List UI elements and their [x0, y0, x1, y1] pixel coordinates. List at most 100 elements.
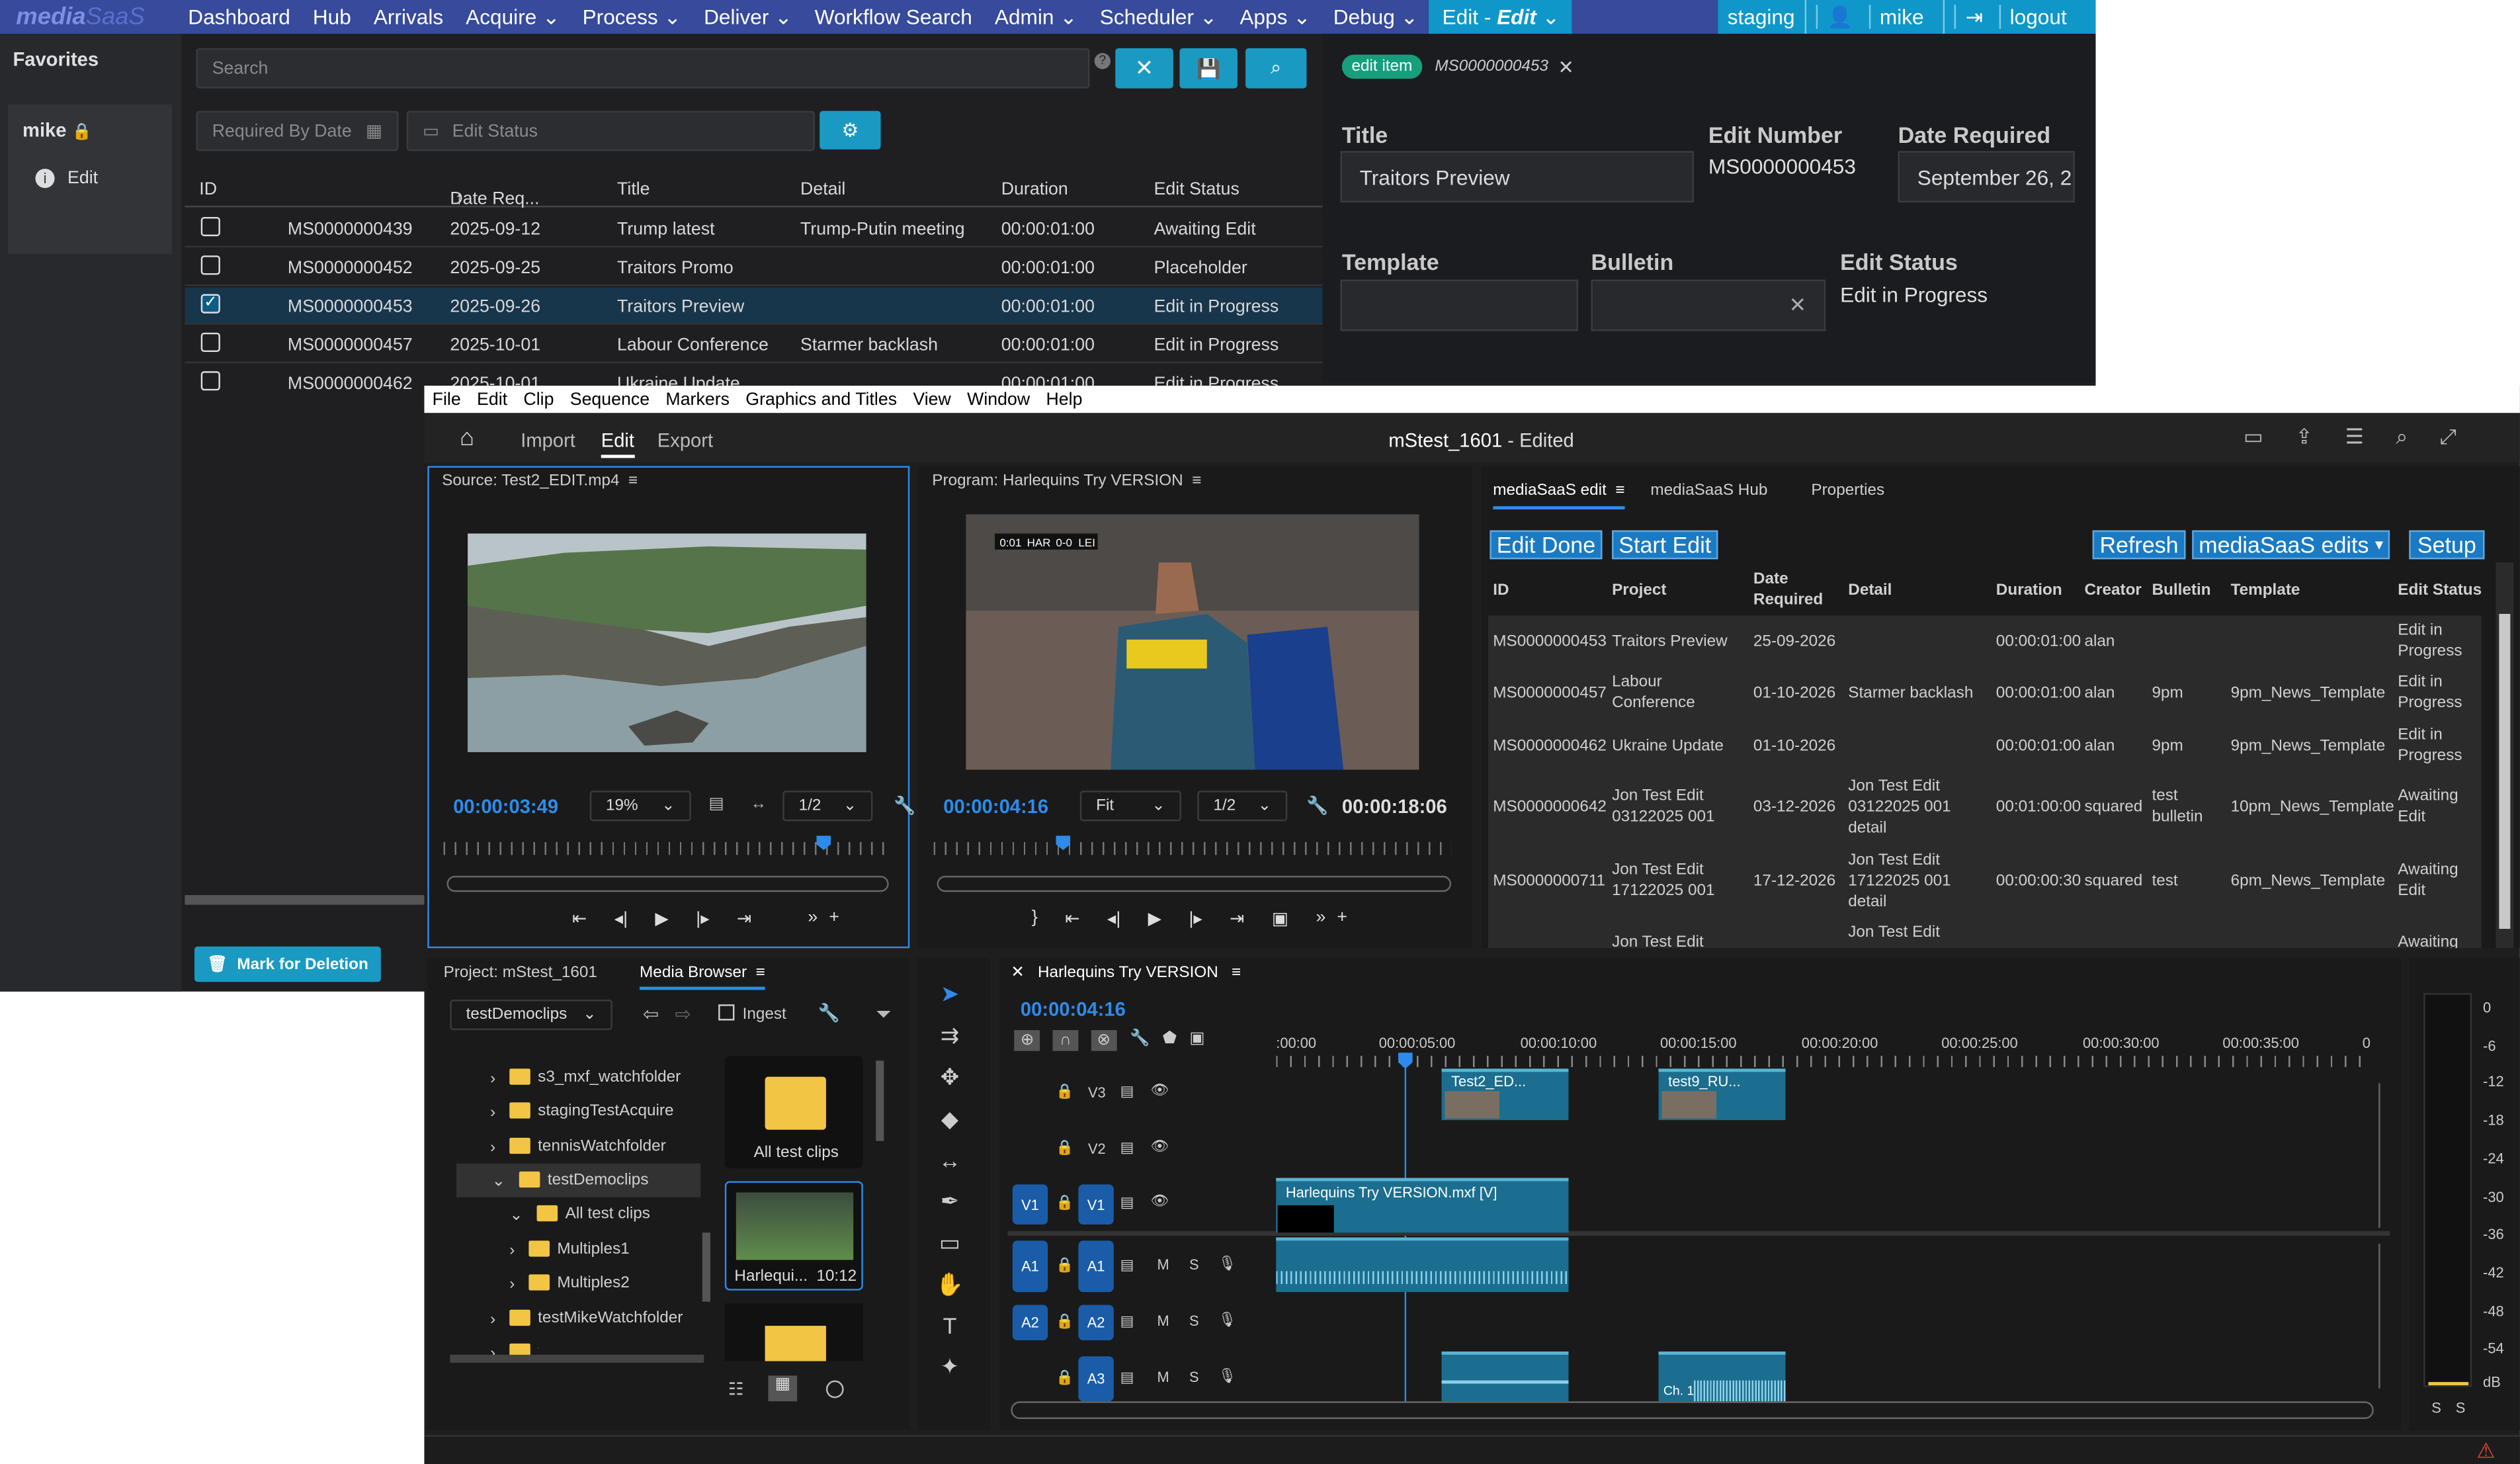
- video-audio-divider[interactable]: [1007, 1230, 2390, 1236]
- lock-icon[interactable]: 🔒: [1056, 1369, 1073, 1387]
- type-icon[interactable]: T: [943, 1313, 957, 1339]
- tree-item[interactable]: › testMikeWatchfolder: [490, 1309, 683, 1329]
- solo-icon[interactable]: S: [1189, 1369, 1199, 1385]
- meter-tick: -18: [2483, 1112, 2504, 1129]
- tree-item[interactable]: › tennisWatchfolder: [490, 1137, 666, 1157]
- tree-item-selected[interactable]: ⌄ testDemoclips: [456, 1163, 701, 1197]
- solo-icon[interactable]: S: [1189, 1257, 1199, 1273]
- insert-icon[interactable]: ⊕: [1014, 1030, 1041, 1051]
- tree-item[interactable]: › Multiples2: [509, 1274, 630, 1294]
- tree-item[interactable]: › stagingTestAcquire: [490, 1102, 674, 1122]
- icon-view-icon[interactable]: ▦: [768, 1375, 798, 1402]
- slider-knob[interactable]: [825, 1380, 844, 1399]
- ruler-label: 00:00:35:00: [2222, 1035, 2299, 1051]
- lock-icon[interactable]: 🔒: [1056, 1139, 1073, 1157]
- mic-icon[interactable]: 🎙: [1218, 1367, 1237, 1385]
- folder-icon: [765, 1076, 826, 1130]
- caption-icon[interactable]: ▣: [1189, 1030, 1204, 1051]
- clip-v1-harlequins[interactable]: Harlequins Try VERSION.mxf [V]: [1276, 1178, 1569, 1233]
- clip-a1-audio[interactable]: [1276, 1237, 1569, 1293]
- panel-menu-icon[interactable]: ≡: [1232, 965, 1241, 982]
- ruler-label: 00:00:25:00: [1941, 1035, 2018, 1051]
- tree-item[interactable]: › s3_mxf_watchfolder: [490, 1068, 681, 1088]
- timeline-hscroll[interactable]: [1011, 1401, 2374, 1419]
- meter-solo-left[interactable]: S: [2431, 1400, 2441, 1416]
- film-icon[interactable]: ▤: [1120, 1257, 1134, 1275]
- timeline-timecode[interactable]: 00:00:04:16: [1021, 998, 1126, 1021]
- rectangle-icon[interactable]: ▭: [939, 1229, 960, 1256]
- thumb-scrollbar[interactable]: [876, 1060, 884, 1141]
- generative-icon[interactable]: ✦: [941, 1353, 960, 1380]
- audio-meter-bars: [2423, 993, 2472, 1387]
- film-icon[interactable]: ▤: [1120, 1194, 1134, 1212]
- solo-icon[interactable]: S: [1189, 1313, 1199, 1329]
- timeline-audio-vscroll[interactable]: [2364, 1244, 2380, 1389]
- meter-level: [2428, 1382, 2469, 1385]
- timeline-vscroll[interactable]: [2364, 1083, 2380, 1228]
- linked-icon[interactable]: ⊗: [1090, 1030, 1117, 1051]
- meter-tick: dB: [2483, 1373, 2501, 1391]
- razor-icon[interactable]: ◆: [941, 1105, 958, 1133]
- thumbnail-folder-label: All test clips: [753, 1144, 839, 1162]
- tools: ➤ ⇉ ✥ ◆ ↔ ✒ ▭ ✋ T ✦: [932, 980, 967, 1381]
- track-target-a2[interactable]: A2: [1078, 1305, 1114, 1340]
- tree-label: Multiples1: [557, 1240, 630, 1259]
- tree-label: stagingTestAcquire: [538, 1102, 674, 1121]
- film-icon[interactable]: ▤: [1120, 1369, 1134, 1387]
- list-view-icon[interactable]: ☷: [728, 1379, 744, 1400]
- tree-label: testDemoclips: [547, 1171, 649, 1189]
- mic-icon[interactable]: 🎙: [1218, 1311, 1237, 1329]
- track-select-icon[interactable]: ⇉: [941, 1022, 960, 1049]
- clip-v3-test2[interactable]: Test2_ED...: [1441, 1068, 1569, 1121]
- ripple-edit-icon[interactable]: ✥: [941, 1064, 960, 1091]
- eye-icon[interactable]: 👁: [1151, 1138, 1169, 1156]
- hand-icon[interactable]: ✋: [936, 1271, 964, 1298]
- film-icon[interactable]: ▤: [1120, 1083, 1134, 1101]
- warning-icon[interactable]: ⚠: [2476, 1438, 2495, 1464]
- meter-solo-right[interactable]: S: [2456, 1400, 2466, 1416]
- selection-tool-icon[interactable]: ➤: [941, 980, 960, 1008]
- snap-icon[interactable]: ∩: [1053, 1030, 1078, 1051]
- tree-item[interactable]: ⌄ All test clips: [509, 1205, 650, 1225]
- clip-v3-test9[interactable]: test9_RU...: [1658, 1068, 1786, 1121]
- eye-icon[interactable]: 👁: [1151, 1192, 1169, 1210]
- eye-icon[interactable]: 👁: [1151, 1082, 1169, 1099]
- film-icon[interactable]: ▤: [1120, 1313, 1134, 1331]
- track-target-a3[interactable]: A3: [1078, 1356, 1114, 1402]
- lock-icon[interactable]: 🔒: [1056, 1313, 1073, 1331]
- track-target-a1[interactable]: A1: [1078, 1240, 1114, 1293]
- clip-a3-audio-2[interactable]: Ch. 1: [1658, 1351, 1786, 1402]
- timeline-ruler[interactable]: :00:00 00:00:05:00 00:00:10:00 00:00:15:…: [1276, 1029, 2385, 1070]
- lock-icon[interactable]: 🔒: [1056, 1257, 1073, 1275]
- tree-item[interactable]: › Multiples1: [509, 1240, 630, 1260]
- close-icon[interactable]: ✕: [1011, 965, 1024, 982]
- track-v2-header: 🔒 V2 ▤ 👁: [1007, 1131, 1273, 1166]
- clip-thumbnail: [1661, 1091, 1717, 1119]
- track-a1-header: 🔒 A1 ▤ M S 🎙: [1007, 1240, 1273, 1293]
- lock-icon[interactable]: 🔒: [1056, 1194, 1073, 1212]
- mic-icon[interactable]: 🎙: [1218, 1255, 1237, 1273]
- pen-icon[interactable]: ✒: [941, 1187, 960, 1215]
- thumb-size-slider[interactable]: [825, 1380, 909, 1399]
- sequence-tab-label: Harlequins Try VERSION: [1038, 964, 1218, 982]
- sequence-tab[interactable]: ✕ Harlequins Try VERSION ≡: [1011, 965, 1241, 982]
- lock-icon[interactable]: 🔒: [1056, 1083, 1073, 1101]
- track-target-v1[interactable]: V1: [1078, 1184, 1114, 1225]
- mute-icon[interactable]: M: [1157, 1369, 1169, 1385]
- clip-a3-audio-1[interactable]: [1441, 1351, 1569, 1402]
- status-bar: [424, 1435, 2520, 1464]
- wrench-icon[interactable]: 🔧: [1130, 1030, 1150, 1051]
- slip-icon[interactable]: ↔: [939, 1147, 961, 1173]
- thumbnail-folder[interactable]: All test clips: [724, 1055, 863, 1169]
- tree-scrollbar[interactable]: [702, 1232, 710, 1302]
- mute-icon[interactable]: M: [1157, 1257, 1169, 1273]
- thumbnail-folder-partial[interactable]: [724, 1303, 863, 1361]
- marker-add-icon[interactable]: ⬟: [1163, 1030, 1177, 1051]
- thumbnail-clip[interactable]: Harlequi... 10:12: [724, 1181, 863, 1291]
- audio-waveform: [1441, 1380, 1569, 1384]
- mute-icon[interactable]: M: [1157, 1313, 1169, 1329]
- ruler-ticks: [1276, 1055, 2369, 1067]
- film-icon[interactable]: ▤: [1120, 1139, 1134, 1157]
- meter-tick: -12: [2483, 1073, 2504, 1090]
- panel-hscrollbar[interactable]: [450, 1354, 704, 1363]
